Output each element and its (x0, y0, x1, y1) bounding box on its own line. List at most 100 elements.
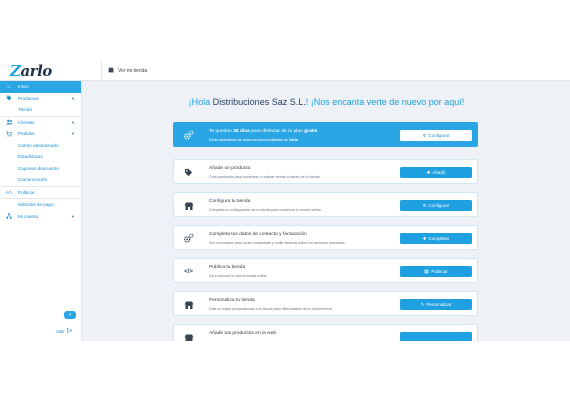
pencil-icon: ✎ (420, 301, 425, 307)
gears-icon: ✲ (422, 132, 427, 138)
app-window: Zarlo Ver mi tienda ⌂ Inicio Productos ▼… (0, 61, 570, 341)
sidebar-item-clientes[interactable]: Clientes ▼ (0, 117, 81, 129)
view-store-link[interactable]: Ver mi tienda (101, 61, 153, 81)
company-name: Distribuciones Saz S.L. (212, 97, 306, 107)
view-store-label: Ver mi tienda (118, 68, 148, 74)
card-title: Configura tu tienda (209, 199, 251, 204)
customize-button[interactable]: ✎ Personalizar (400, 299, 472, 310)
tag-icon (5, 94, 13, 102)
chevron-down-icon: ▼ (71, 119, 75, 125)
trial-desc-text: Estas disfrutando de todas las funcional… (209, 138, 290, 142)
sidebar-item-comunicacion[interactable]: Comunicación (0, 174, 81, 186)
publish-store-card: </> Publica tu tienda Da a conocer tu nu… (173, 258, 478, 283)
zarlo-logo[interactable]: Zarlo (10, 62, 60, 80)
sidebar-item-label: Tienda (18, 107, 32, 113)
trial-title-text: para disfrutar de tu plan (249, 129, 305, 134)
gears-icon (183, 233, 194, 244)
code-icon: </> (184, 268, 193, 275)
store-icon (183, 200, 194, 211)
sidebar-item-inicio[interactable]: ⌂ Inicio (0, 81, 81, 93)
sidebar-item-label: Estadísticas (18, 154, 43, 160)
configure-store-button[interactable]: ✲ Configurar (400, 200, 472, 211)
trial-title: Te quedan 28 días para disfrutar de tu p… (209, 129, 318, 134)
button-label: Completar (428, 236, 450, 241)
logout-button[interactable]: Salir (56, 328, 72, 334)
main-content: ¡Hola Distribuciones Saz S.L.! ¡Nos enca… (83, 81, 570, 341)
sidebar-item-productos[interactable]: Productos ▼ (0, 93, 81, 105)
store-icon (183, 299, 194, 310)
gears-icon: ✲ (422, 202, 427, 208)
sidebar-item-label: Comunicación (18, 177, 48, 183)
card-title: Personaliza tu tienda (209, 298, 255, 303)
card-desc: Completa la configuración de tu tienda p… (209, 208, 322, 212)
store-icon (108, 67, 114, 75)
configure-store-card: Configura tu tienda Completa la configur… (173, 192, 478, 217)
complete-data-button[interactable]: ✚ Completar (400, 233, 472, 244)
add-product-card: Añade un producto Crea productos para co… (173, 159, 478, 184)
sidebar-item-label: Carrito abandonado (18, 142, 59, 148)
sidebar-item-label: Métodos de pago (18, 202, 54, 208)
store-icon (183, 332, 194, 341)
welcome-message: ! ¡Nos encanta verte de nuevo por aquí! (305, 97, 465, 107)
globe-icon (424, 268, 430, 275)
button-label: Personalizar (426, 302, 452, 307)
sidebar-item-label: Productos (18, 95, 39, 101)
sidebar-item-label: Pedidos (18, 131, 35, 137)
sidebar: ⌂ Inicio Productos ▼ Tienda Clientes ▼ P… (0, 81, 82, 341)
home-icon: ⌂ (7, 83, 11, 90)
top-bar: Zarlo Ver mi tienda (0, 61, 570, 81)
chevron-down-icon: ▼ (71, 131, 75, 136)
sidebar-item-label: Mi cuenta (18, 213, 38, 219)
sidebar-item-cupones[interactable]: Cupones descuento (0, 163, 81, 175)
sidebar-item-tienda[interactable]: Tienda (0, 104, 81, 116)
chevron-down-icon: ▼ (71, 95, 75, 101)
publish-button[interactable]: Publicar (400, 266, 472, 277)
trial-card: Te quedan 28 días para disfrutar de tu p… (173, 122, 478, 147)
sidebar-item-carrito-abandonado[interactable]: Carrito abandonado (0, 140, 81, 152)
card-title: Añade tus productos en la web (209, 331, 277, 336)
trial-desc-brand: Zarlo (289, 138, 298, 142)
logout-icon (66, 328, 72, 334)
web-products-card: Añade tus productos en la web (173, 324, 478, 341)
logout-label: Salir (56, 328, 65, 334)
welcome-heading: ¡Hola Distribuciones Saz S.L.! ¡Nos enca… (83, 97, 570, 107)
users-icon (5, 118, 13, 126)
card-title: Añade un producto (209, 166, 251, 171)
button-label: Publicar (431, 269, 448, 274)
customize-store-card: Personaliza tu tienda Dale un toque pers… (173, 291, 478, 316)
double-chevron-left-icon: « (68, 312, 72, 318)
trial-plan: gratis (304, 129, 318, 134)
gears-icon (183, 130, 194, 141)
sidebar-item-label: Inicio (18, 84, 29, 90)
collapse-sidebar-button[interactable]: « (64, 311, 76, 319)
tag-icon (183, 167, 194, 178)
code-icon: </> (5, 189, 13, 195)
sidebar-item-label: Publicar (18, 189, 35, 195)
cart-icon (5, 130, 13, 138)
card-desc: Da a conocer tu nueva tienda online. (209, 274, 268, 278)
button-label: Configurar (428, 133, 450, 138)
button-label: Configurar (428, 203, 450, 208)
card-desc: Crea productos para comenzar a realizar … (209, 175, 321, 179)
chevron-down-icon: ▼ (71, 213, 75, 219)
trial-desc: Estas disfrutando de todas las funcional… (209, 138, 299, 142)
add-product-button[interactable]: ✚ Añadir (400, 167, 472, 178)
button-label: Añadir (432, 170, 446, 175)
sidebar-item-estadisticas[interactable]: Estadísticas (0, 151, 81, 163)
trial-days: 28 días (233, 129, 250, 134)
sidebar-item-metodos-pago[interactable]: Métodos de pago (0, 199, 81, 211)
card-desc: Son necesarios para poder contactarte y … (209, 241, 346, 245)
sidebar-item-label: Clientes (18, 119, 35, 125)
trial-desc-text: . (297, 138, 299, 142)
sidebar-item-publicar[interactable]: </> Publicar (0, 187, 81, 199)
sidebar-item-mi-cuenta[interactable]: Mi cuenta ▼ (0, 211, 81, 223)
card-desc: Dale un toque personalizado a tu tienda … (209, 307, 333, 311)
configure-plan-button[interactable]: ✲ Configurar (400, 130, 472, 141)
trial-title-text: Te quedan (209, 129, 234, 134)
sidebar-item-pedidos[interactable]: Pedidos ▼ (0, 128, 81, 140)
contact-billing-card: Completa tus datos de contacto y factura… (173, 225, 478, 250)
card-title: Publica tu tienda (209, 265, 246, 270)
welcome-greeting: ¡Hola (188, 97, 213, 107)
web-products-button[interactable] (400, 332, 472, 341)
sitemap-icon (5, 212, 13, 220)
